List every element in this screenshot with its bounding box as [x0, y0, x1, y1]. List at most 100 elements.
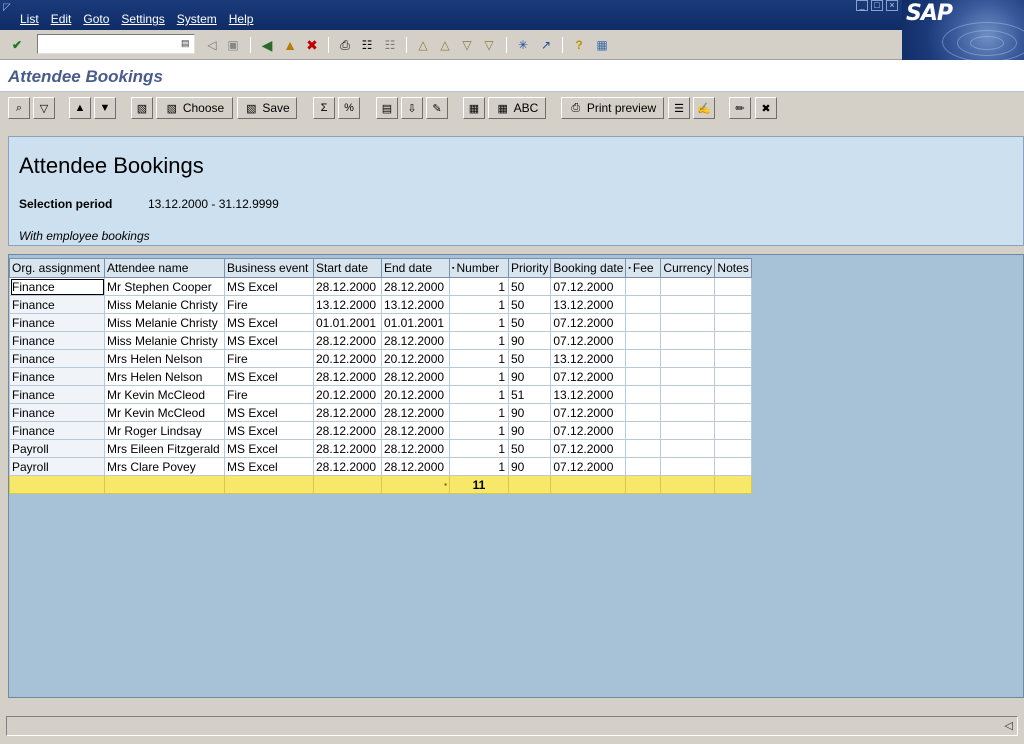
table-cell[interactable]: 13.12.2000 [381, 295, 450, 314]
menu-edit[interactable]: Edit [51, 12, 72, 26]
table-cell[interactable] [660, 295, 716, 314]
table-cell[interactable]: 28.12.2000 [313, 367, 382, 386]
table-cell[interactable]: Finance [9, 277, 105, 296]
table-cell[interactable]: Miss Melanie Christy [104, 313, 225, 332]
column-header[interactable]: ▪ Number [449, 258, 509, 278]
table-cell[interactable]: Mrs Clare Povey [104, 457, 225, 476]
select-button[interactable]: ☰ [668, 97, 690, 119]
table-cell[interactable]: 50 [507, 349, 552, 368]
table-cell[interactable]: MS Excel [224, 403, 314, 422]
table-row[interactable]: Finance Mr Kevin McCleod MS Excel 28.12.200… [9, 403, 752, 422]
table-cell[interactable]: 1 [449, 349, 509, 368]
table-cell[interactable]: 28.12.2000 [381, 331, 450, 350]
menu-list[interactable]: List [20, 12, 39, 26]
table-cell[interactable] [714, 439, 752, 458]
table-cell[interactable]: 28.12.2000 [313, 403, 382, 422]
table-cell[interactable]: 13.12.2000 [313, 295, 382, 314]
table-cell[interactable]: Mrs Helen Nelson [104, 349, 225, 368]
minimize-icon[interactable]: _ [856, 0, 868, 11]
details-button[interactable]: ⌕ [8, 97, 30, 119]
table-row[interactable]: Finance Mr Kevin McCleod Fire 20.12.2000 20.… [9, 385, 752, 404]
table-cell[interactable]: MS Excel [224, 331, 314, 350]
table-cell[interactable]: 90 [507, 367, 552, 386]
find-icon[interactable]: ☷ [358, 36, 376, 54]
table-row[interactable]: Payroll Mrs Eileen Fitzgerald MS Excel 28.1… [9, 439, 752, 458]
table-cell[interactable]: Miss Melanie Christy [104, 295, 225, 314]
table-cell[interactable]: 20.12.2000 [313, 385, 382, 404]
sort-descending-button[interactable]: ▼ [94, 97, 116, 119]
previous-page-icon[interactable]: △ [436, 36, 454, 54]
table-cell[interactable]: Mrs Eileen Fitzgerald [104, 439, 225, 458]
table-cell[interactable] [714, 349, 752, 368]
command-history-icon[interactable]: ▤ [181, 38, 191, 50]
table-cell[interactable]: 07.12.2000 [550, 367, 627, 386]
help-icon[interactable]: ? [570, 36, 588, 54]
table-cell[interactable]: 07.12.2000 [550, 313, 627, 332]
table-cell[interactable]: 28.12.2000 [381, 277, 450, 296]
table-cell[interactable]: 28.12.2000 [381, 403, 450, 422]
table-cell[interactable] [660, 439, 716, 458]
table-cell[interactable] [625, 421, 662, 440]
table-row[interactable]: Payroll Mrs Clare Povey MS Excel 28.12.2000… [9, 457, 752, 476]
table-cell[interactable] [714, 421, 752, 440]
table-cell[interactable]: 1 [449, 403, 509, 422]
export-button[interactable]: ▤ [376, 97, 398, 119]
table-cell[interactable]: 07.12.2000 [550, 403, 627, 422]
table-cell[interactable]: 13.12.2000 [550, 385, 627, 404]
table-cell[interactable] [660, 403, 716, 422]
table-cell[interactable]: 1 [449, 457, 509, 476]
table-cell[interactable]: 1 [449, 331, 509, 350]
table-cell[interactable]: Fire [224, 295, 314, 314]
table-cell[interactable]: Mr Kevin McCleod [104, 403, 225, 422]
layout-menu-icon[interactable]: ▦ [593, 36, 611, 54]
table-cell[interactable]: Payroll [9, 439, 105, 458]
menu-goto[interactable]: Goto [83, 12, 109, 26]
print-icon[interactable]: ⎙ [336, 36, 354, 54]
table-cell[interactable]: 1 [449, 277, 509, 296]
table-cell[interactable]: Finance [9, 403, 105, 422]
print-preview-button[interactable]: ⎙ Print preview [561, 97, 664, 119]
table-cell[interactable] [714, 295, 752, 314]
table-cell[interactable]: Finance [9, 367, 105, 386]
maximize-icon[interactable]: □ [871, 0, 883, 11]
table-cell[interactable] [625, 385, 662, 404]
column-header[interactable]: ▪ Fee [625, 258, 662, 278]
table-cell[interactable]: 28.12.2000 [313, 331, 382, 350]
choose-layout-button[interactable]: ▧ Choose [156, 97, 233, 119]
table-cell[interactable] [714, 457, 752, 476]
column-header[interactable]: Attendee name [104, 258, 225, 278]
table-cell[interactable]: 28.12.2000 [381, 367, 450, 386]
menu-settings[interactable]: Settings [121, 12, 164, 26]
table-row[interactable]: Finance Miss Melanie Christy MS Excel 01.01… [9, 313, 752, 332]
table-cell[interactable]: 07.12.2000 [550, 277, 627, 296]
table-cell[interactable]: 28.12.2000 [313, 277, 382, 296]
table-cell[interactable] [660, 421, 716, 440]
table-cell[interactable] [714, 385, 752, 404]
create-session-icon[interactable]: ✳ [514, 36, 532, 54]
table-cell[interactable]: 28.12.2000 [381, 421, 450, 440]
table-cell[interactable]: Payroll [9, 457, 105, 476]
save-disk-icon[interactable]: ▣ [224, 36, 242, 54]
table-cell[interactable]: Finance [9, 421, 105, 440]
table-cell[interactable] [625, 277, 662, 296]
table-cell[interactable] [625, 349, 662, 368]
table-cell[interactable]: 01.01.2001 [381, 313, 450, 332]
table-cell[interactable]: 50 [507, 295, 552, 314]
table-cell[interactable]: 28.12.2000 [313, 439, 382, 458]
current-layout-button[interactable]: ▧ [131, 97, 153, 119]
table-cell[interactable]: MS Excel [224, 439, 314, 458]
table-cell[interactable]: 90 [507, 421, 552, 440]
table-cell[interactable]: MS Excel [224, 313, 314, 332]
table-cell[interactable] [625, 367, 662, 386]
table-cell[interactable] [714, 277, 752, 296]
table-cell[interactable]: 07.12.2000 [550, 421, 627, 440]
table-cell[interactable]: 07.12.2000 [550, 457, 627, 476]
table-cell[interactable]: Finance [9, 313, 105, 332]
table-cell[interactable]: 1 [449, 385, 509, 404]
table-cell[interactable] [714, 367, 752, 386]
table-cell[interactable]: 28.12.2000 [381, 457, 450, 476]
table-cell[interactable]: 51 [507, 385, 552, 404]
command-field[interactable]: ▤ [37, 34, 195, 54]
exit-icon[interactable]: ▲ [281, 36, 299, 54]
table-row[interactable]: Finance Miss Melanie Christy MS Excel 28.12… [9, 331, 752, 350]
